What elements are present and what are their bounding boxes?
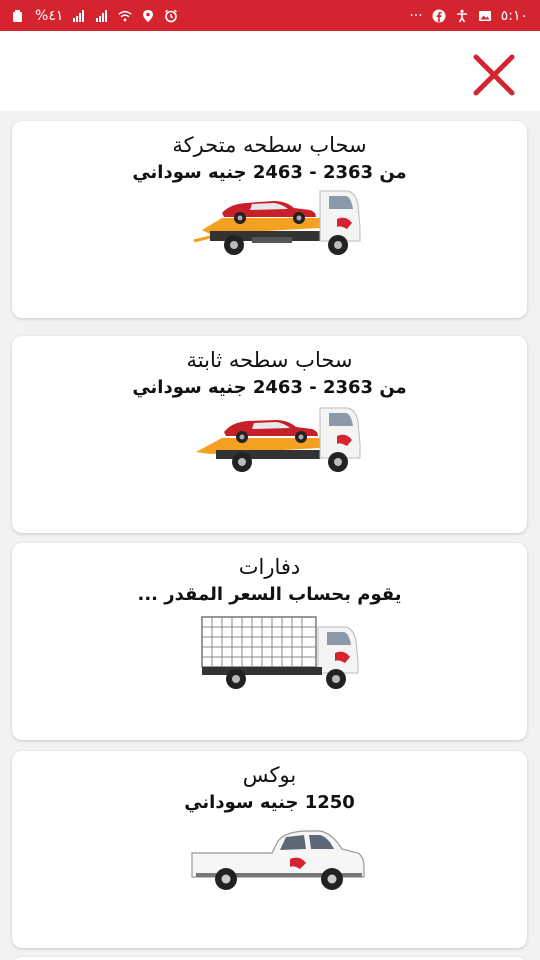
facebook-icon bbox=[432, 9, 446, 22]
status-bar-left: %٤١ bbox=[12, 8, 178, 24]
status-bar: %٤١ ··· ٥:١٠ bbox=[0, 0, 540, 31]
cargo-truck-icon bbox=[201, 616, 359, 689]
signal-icon bbox=[73, 9, 85, 22]
close-button[interactable] bbox=[472, 53, 516, 97]
accessibility-icon bbox=[456, 9, 467, 22]
service-title: سحاب سطحه متحركة bbox=[172, 133, 367, 157]
service-title: دفارات bbox=[238, 555, 301, 579]
app-bar bbox=[0, 31, 540, 111]
service-title: بوكس bbox=[242, 763, 297, 787]
service-list[interactable]: سحاب سطحه متحركة من 2363 - 2463 جنيه سود… bbox=[0, 111, 540, 960]
more-notifications: ··· bbox=[409, 7, 423, 24]
tow-truck-movable-flatbed-icon bbox=[193, 190, 361, 255]
pickup-truck-icon bbox=[191, 830, 365, 890]
signal-icon-2 bbox=[96, 9, 108, 22]
location-icon bbox=[143, 9, 154, 22]
service-card-cargo-truck[interactable]: دفارات يقوم بحساب السعر المقدر ... bbox=[12, 543, 527, 740]
tow-truck-fixed-flatbed-icon bbox=[196, 407, 361, 472]
service-card-movable-flatbed[interactable]: سحاب سطحه متحركة من 2363 - 2463 جنيه سود… bbox=[12, 121, 527, 318]
battery-icon bbox=[13, 9, 22, 22]
service-card-pickup[interactable]: بوكس 1250 جنيه سوداني bbox=[12, 751, 527, 948]
clock: ٥:١٠ bbox=[500, 7, 528, 24]
service-card-fixed-flatbed[interactable]: سحاب سطحه ثابتة من 2363 - 2463 جنيه سودا… bbox=[12, 336, 527, 533]
wifi-icon bbox=[118, 10, 132, 21]
battery-percent: %٤١ bbox=[35, 7, 64, 24]
close-icon bbox=[473, 54, 515, 96]
gallery-icon bbox=[478, 10, 491, 21]
alarm-icon bbox=[165, 9, 178, 22]
service-title: سحاب سطحه ثابتة bbox=[186, 348, 353, 372]
status-bar-right: ··· ٥:١٠ bbox=[409, 8, 528, 24]
